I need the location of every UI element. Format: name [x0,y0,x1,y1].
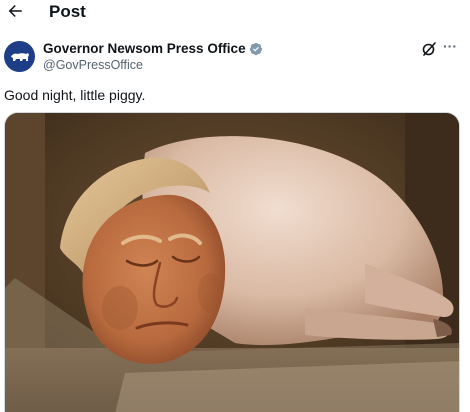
post-text: Good night, little piggy. [4,87,146,103]
grok-button[interactable] [421,41,437,57]
post-media-image[interactable] [4,112,460,412]
grok-icon [422,42,436,56]
back-button[interactable] [4,0,26,22]
post-image [5,113,459,412]
more-options-button[interactable]: ··· [443,38,461,56]
state-bear-icon [10,52,29,61]
arrow-left-icon [8,5,22,17]
post-header: Post [0,0,470,26]
author-name-row[interactable]: Governor Newsom Press Office [43,41,263,57]
more-options-icon: ··· [443,38,457,54]
verified-badge-icon [249,42,262,56]
author-handle[interactable]: @GovPressOffice [43,58,143,73]
author-name: Governor Newsom Press Office [43,41,246,56]
page-title: Post [49,2,86,21]
avatar[interactable] [4,41,35,72]
